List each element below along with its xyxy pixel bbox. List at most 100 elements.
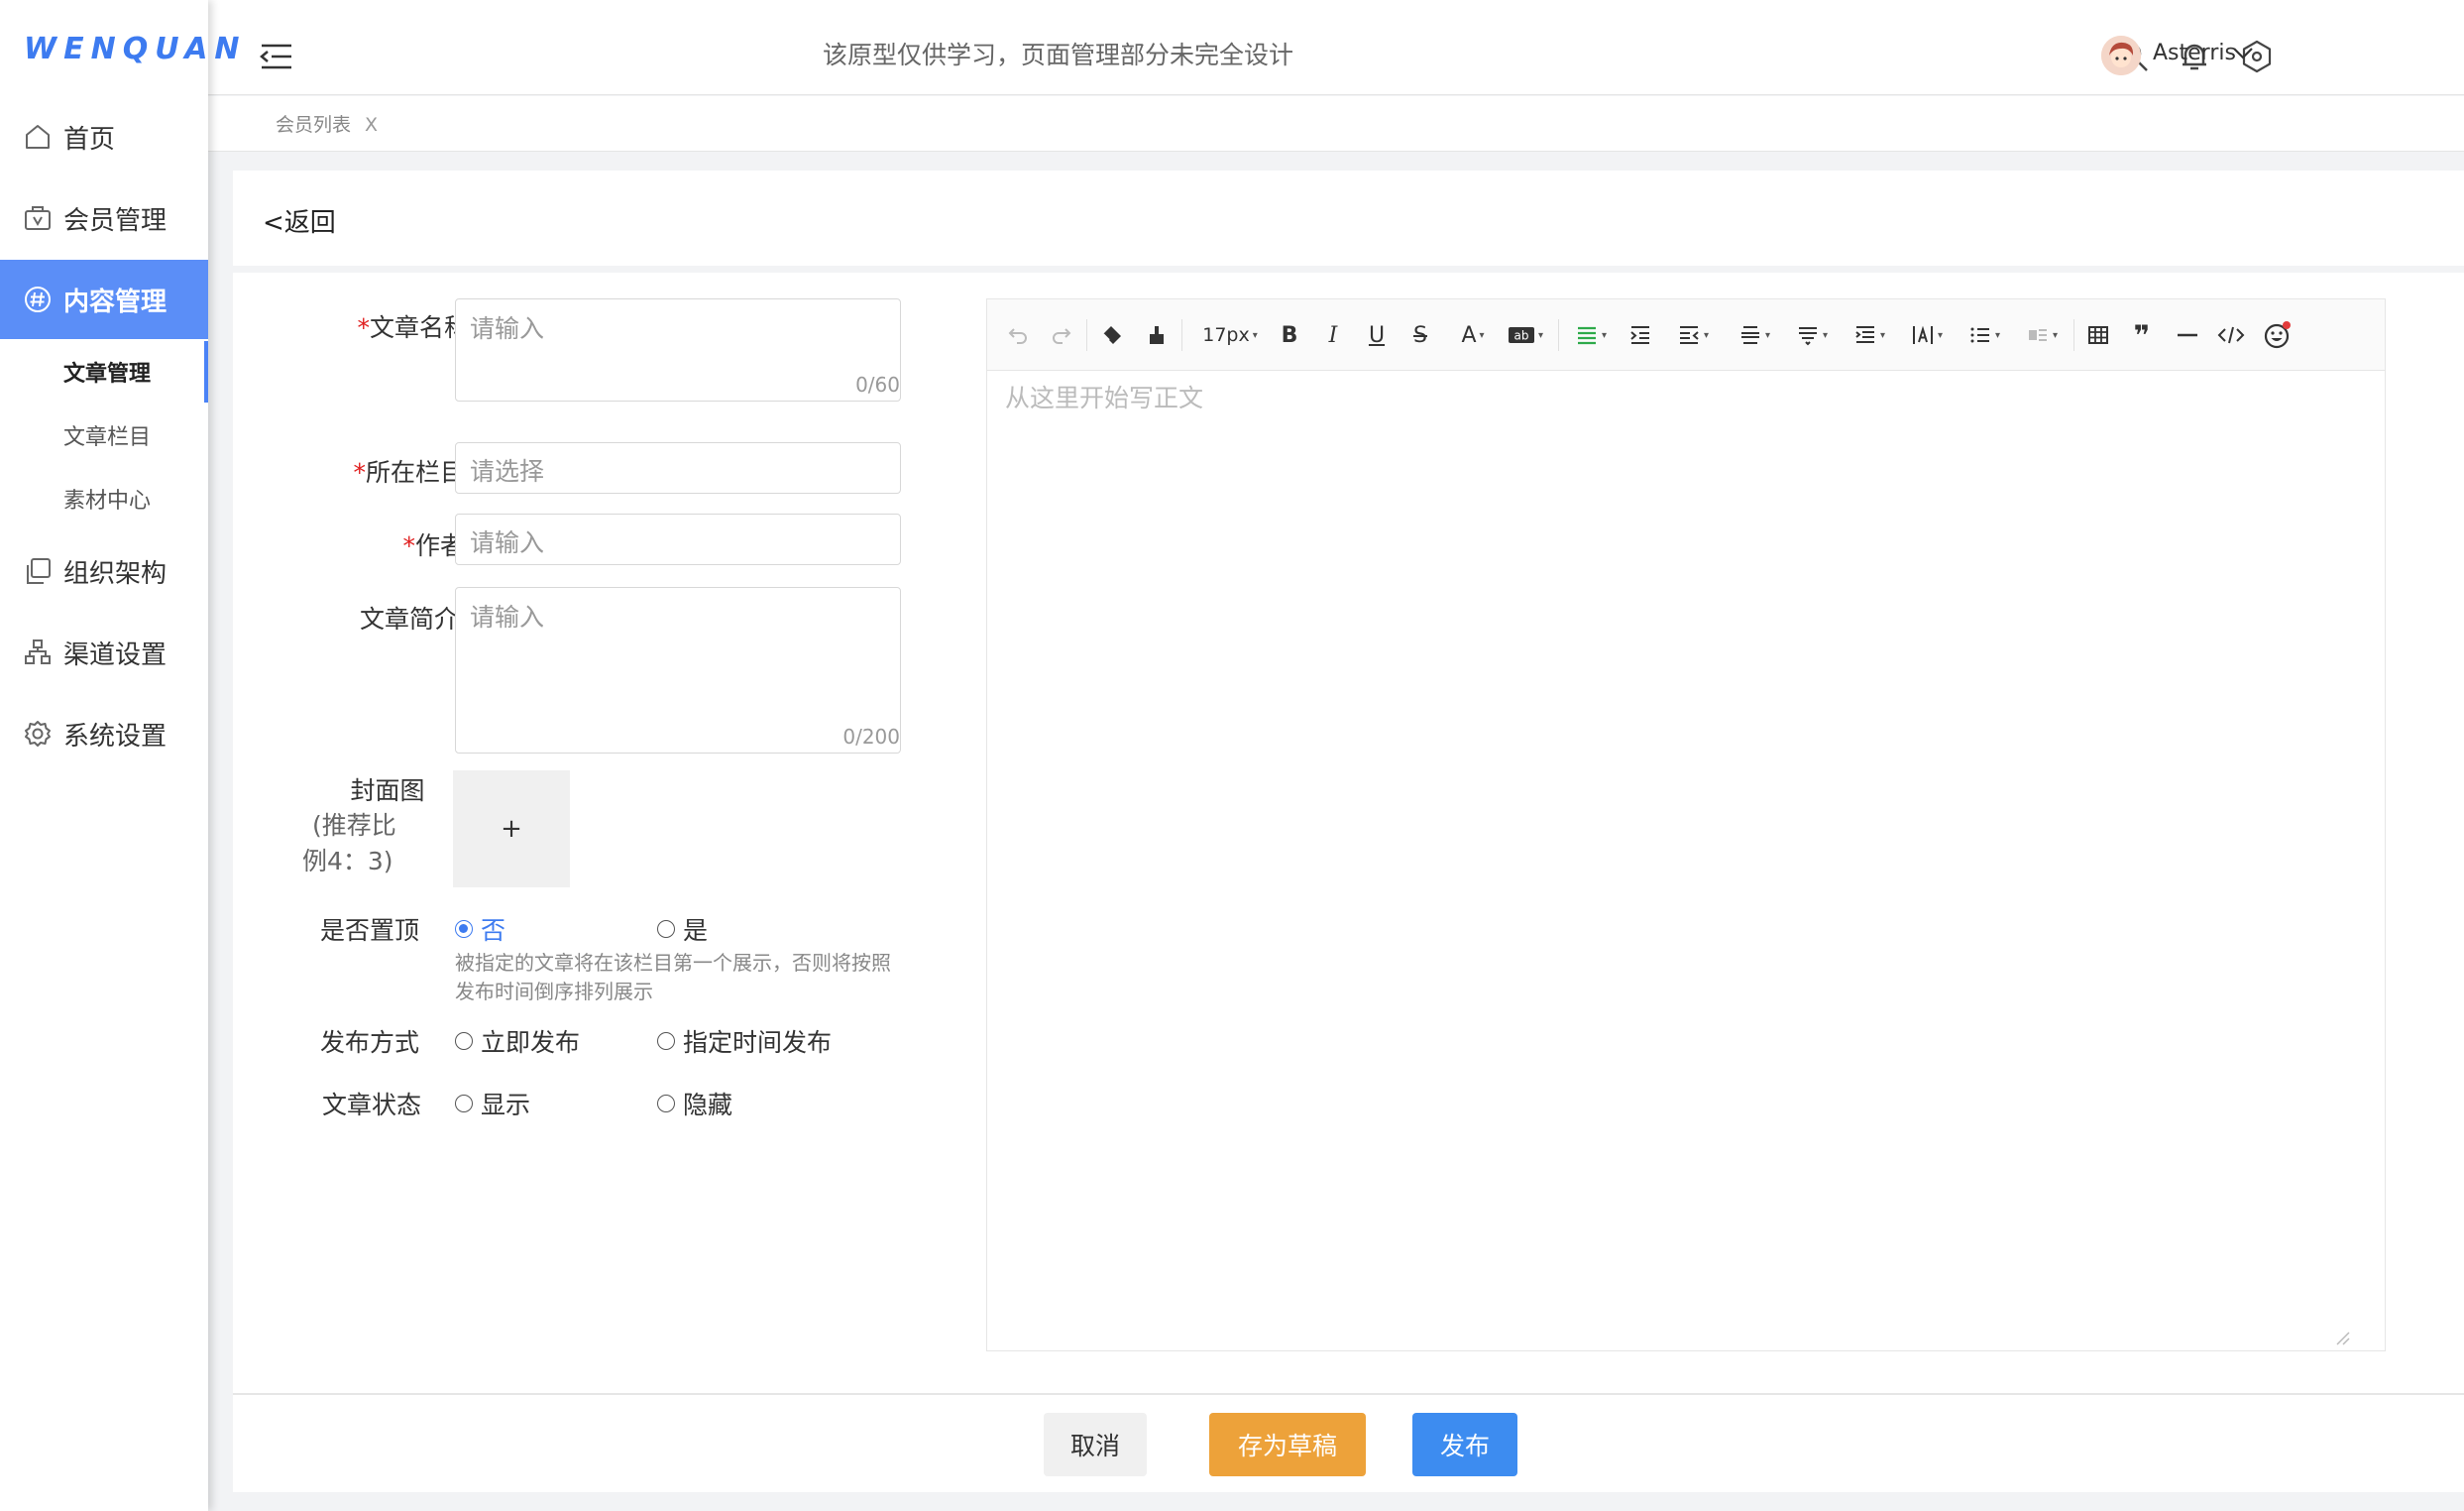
undo-icon[interactable] <box>1005 321 1031 349</box>
column-select[interactable]: 请选择 <box>455 442 901 494</box>
title-input[interactable]: 请输入 0/60 <box>455 298 901 402</box>
horizontal-rule-icon[interactable] <box>2175 321 2200 349</box>
sidebar-subitem-label: 文章栏目 <box>63 425 152 450</box>
sidebar-subitem-article-manage[interactable]: 文章管理 <box>0 341 208 403</box>
org-icon <box>22 555 54 587</box>
chevron-down-icon[interactable] <box>2232 46 2254 61</box>
article-form-panel: *文章名称 请输入 0/60 *所在栏目 请选择 *作者 请输入 文章简介 请输… <box>233 273 2464 1492</box>
indent-icon[interactable] <box>1627 321 1653 349</box>
sidebar-item-label: 渠道设置 <box>63 639 168 670</box>
save-draft-button[interactable]: 存为草稿 <box>1209 1413 1366 1476</box>
toolbar-separator <box>1086 319 1087 351</box>
editor-toolbar: 17px ▾ B I U S A ▾ ab ▾ ▾ ▾ ▾ ▾ ▾ ▾ ▾ ▾ … <box>987 299 2385 371</box>
cover-upload-button[interactable]: + <box>453 770 570 887</box>
cover-label: 封面图 <box>350 776 425 805</box>
footer-divider <box>233 1393 2464 1395</box>
sidebar-item-content[interactable]: 内容管理 <box>0 260 208 339</box>
sidebar: WENQUAN 首页 会员管理 内容管理 文章管理 文章栏目 素材中心 组织架构 <box>0 0 240 1511</box>
summary-textarea[interactable]: 请输入 0/200 <box>455 587 901 754</box>
radio-unchecked-icon <box>657 920 675 938</box>
sidebar-item-org[interactable]: 组织架构 <box>0 531 208 611</box>
letter-spacing-icon[interactable]: ▾ <box>1905 321 1949 349</box>
menu-collapse-icon[interactable] <box>260 42 293 71</box>
code-icon[interactable] <box>2216 321 2246 349</box>
strikethrough-icon[interactable]: S <box>1409 321 1431 349</box>
align-left-icon[interactable]: ▾ <box>1570 321 1612 349</box>
tab-member-list[interactable]: 会员列表 X <box>276 110 378 137</box>
list-indent-icon[interactable]: ▾ <box>1848 321 1891 349</box>
author-input[interactable]: 请输入 <box>455 514 901 565</box>
background-color-icon[interactable]: ab ▾ <box>1503 321 1548 349</box>
editor-content[interactable]: 从这里开始写正文 <box>1005 379 1203 414</box>
logo: WENQUAN <box>24 32 247 66</box>
sidebar-subitem-label: 素材中心 <box>63 489 152 514</box>
sidebar-item-home[interactable]: 首页 <box>0 97 208 176</box>
column-placeholder: 请选择 <box>470 457 545 486</box>
bold-icon[interactable]: B <box>1279 321 1300 349</box>
sidebar-item-label: 会员管理 <box>63 205 168 236</box>
avatar[interactable] <box>2101 36 2141 75</box>
sidebar-subitem-article-column[interactable]: 文章栏目 <box>0 405 208 466</box>
cancel-button[interactable]: 取消 <box>1044 1413 1147 1476</box>
cover-ratio-label-2: 例4：3) <box>302 847 393 875</box>
cover-ratio-label: (推荐比 <box>312 811 396 840</box>
quote-icon[interactable]: ❞ <box>2129 319 2155 352</box>
gear-icon <box>22 718 54 750</box>
italic-icon[interactable]: I <box>1322 321 1344 349</box>
outdent-icon[interactable]: ▾ <box>1671 321 1715 349</box>
paragraph-spacing-icon[interactable]: ▾ <box>1790 321 1834 349</box>
resize-grip-icon[interactable] <box>2333 1329 2351 1346</box>
sidebar-item-label: 组织架构 <box>63 558 168 589</box>
tab-close-icon[interactable]: X <box>365 114 378 136</box>
column-label: *所在栏目 <box>353 458 465 487</box>
status-label: 文章状态 <box>322 1091 422 1119</box>
publish-scheduled-radio[interactable]: 指定时间发布 <box>657 1023 832 1059</box>
font-size-select[interactable]: 17px ▾ <box>1197 321 1263 349</box>
tab-bar: 会员列表 X <box>208 96 2464 152</box>
title-placeholder: 请输入 <box>470 314 545 343</box>
title-counter: 0/60 <box>855 373 900 397</box>
pin-yes-radio[interactable]: 是 <box>657 911 708 947</box>
emoji-icon[interactable] <box>2262 321 2294 349</box>
summary-label: 文章简介 <box>359 605 459 634</box>
summary-placeholder: 请输入 <box>470 603 545 632</box>
sidebar-subitem-material-center[interactable]: 素材中心 <box>0 468 208 529</box>
status-hide-radio[interactable]: 隐藏 <box>657 1086 732 1121</box>
redo-icon[interactable] <box>1049 321 1074 349</box>
publish-method-label: 发布方式 <box>320 1028 420 1057</box>
plus-icon: + <box>501 814 522 844</box>
radio-unchecked-icon <box>455 1095 473 1112</box>
pin-hint: 被指定的文章将在该栏目第一个展示，否则将按照发布时间倒序排列展示 <box>455 951 891 1003</box>
sidebar-item-system[interactable]: 系统设置 <box>0 694 208 773</box>
tab-label: 会员列表 <box>276 114 352 136</box>
table-icon[interactable] <box>2085 321 2111 349</box>
line-height-icon[interactable]: ▾ <box>1733 321 1776 349</box>
sidebar-item-channel[interactable]: 渠道设置 <box>0 613 208 692</box>
radio-unchecked-icon <box>455 1032 473 1050</box>
status-show-radio[interactable]: 显示 <box>455 1086 530 1121</box>
back-link[interactable]: <返回 <box>263 202 336 239</box>
toolbar-separator <box>2073 319 2074 351</box>
sidebar-item-label: 系统设置 <box>63 721 168 752</box>
top-header: 该原型仅供学习，页面管理部分未完全设计 Asterris <box>208 0 2464 95</box>
author-label: *作者 <box>402 531 465 560</box>
publish-button[interactable]: 发布 <box>1412 1413 1517 1476</box>
toolbar-separator <box>1181 319 1182 351</box>
font-color-icon[interactable]: A ▾ <box>1453 321 1493 349</box>
radio-unchecked-icon <box>657 1032 675 1050</box>
publish-now-radio[interactable]: 立即发布 <box>455 1023 580 1059</box>
bullet-list-icon[interactable]: ▾ <box>1962 321 2006 349</box>
underline-icon[interactable]: U <box>1366 321 1388 349</box>
sidebar-item-member[interactable]: 会员管理 <box>0 178 208 258</box>
radio-checked-icon <box>455 920 473 938</box>
image-float-icon[interactable]: ▾ <box>2020 321 2064 349</box>
title-label: *文章名称 <box>357 313 469 342</box>
format-painter-icon[interactable] <box>1144 321 1170 349</box>
hash-icon <box>22 284 54 315</box>
pin-no-radio[interactable]: 否 <box>455 911 505 947</box>
sidebar-item-label: 内容管理 <box>63 287 168 317</box>
username[interactable]: Asterris <box>2153 41 2236 65</box>
summary-counter: 0/200 <box>842 725 900 749</box>
clear-format-icon[interactable] <box>1098 321 1126 349</box>
channel-icon <box>22 637 54 668</box>
